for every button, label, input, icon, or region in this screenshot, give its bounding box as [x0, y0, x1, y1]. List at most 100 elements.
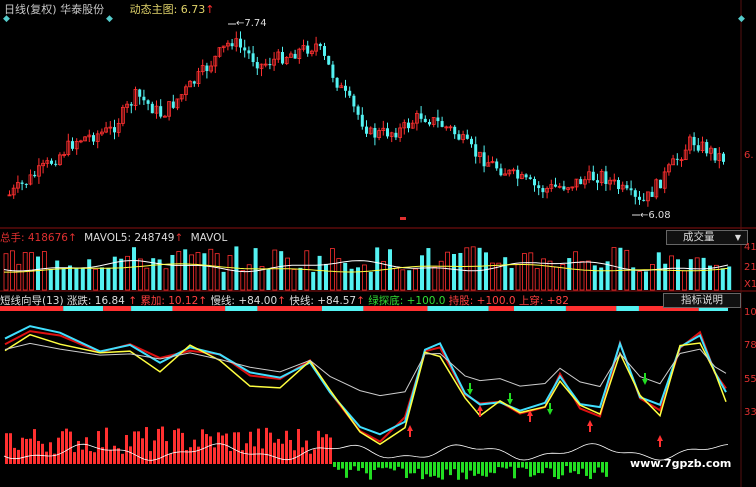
candle-body: [318, 43, 322, 47]
histogram-bar: [29, 438, 32, 464]
candle-body: [386, 128, 389, 137]
volume-bar: [317, 255, 322, 290]
volume-bar: [61, 268, 66, 290]
volume-bar: [579, 261, 585, 291]
histogram-bar: [57, 437, 60, 464]
histogram-bar: [73, 452, 76, 464]
candle-body: [596, 180, 599, 183]
volume-bar: [464, 247, 470, 291]
volume-bar: [393, 267, 399, 291]
volume-bar: [189, 254, 195, 291]
histogram-bar: [309, 453, 312, 464]
histogram-bar: [257, 428, 260, 464]
histogram-line: [3, 443, 729, 461]
histogram-bar: [437, 462, 440, 478]
volume-bar: [720, 268, 725, 290]
histogram-bar: [457, 462, 460, 480]
ind-axis-label: 55: [744, 374, 756, 385]
histogram-bar: [17, 449, 20, 464]
signal-marker: [400, 217, 406, 220]
sell-arrow-icon: [507, 393, 513, 405]
volume-bar: [272, 249, 278, 291]
histogram-bar: [333, 462, 336, 467]
histogram-bar: [413, 462, 416, 474]
volume-bar: [650, 264, 655, 291]
candle-body: [629, 188, 633, 191]
volume-bar: [663, 263, 668, 290]
histogram-bar: [461, 462, 464, 473]
histogram-bar: [393, 462, 396, 471]
histogram-bar: [569, 462, 572, 473]
vol-axis-label: 41: [744, 242, 756, 253]
volume-bar: [682, 270, 687, 291]
candle-body: [344, 85, 347, 91]
histogram-bar: [117, 448, 120, 464]
volume-bar: [119, 258, 124, 290]
candle-body: [465, 134, 469, 139]
volume-bar: [452, 253, 456, 290]
candle-body: [33, 174, 37, 177]
candle-body: [348, 90, 352, 96]
candle-body: [713, 148, 717, 161]
candle-body: [407, 122, 410, 129]
candle-body: [159, 106, 163, 117]
indicator-select[interactable]: 成交量 ▼: [666, 230, 748, 245]
vol-axis-label: 21: [744, 262, 756, 273]
volume-bar: [708, 265, 712, 290]
volume-bar: [426, 248, 431, 290]
volume-bar: [208, 248, 214, 291]
volume-bar: [470, 246, 476, 291]
candle-body: [323, 46, 326, 56]
histogram-bar: [405, 462, 408, 478]
histogram-bar: [97, 431, 100, 464]
histogram-bar: [205, 434, 208, 464]
histogram-bar: [325, 434, 328, 464]
histogram-bar: [61, 431, 64, 464]
volume-bar: [375, 247, 380, 290]
candle-body: [537, 185, 541, 189]
histogram-bar: [293, 450, 296, 464]
histogram-bar: [601, 462, 604, 473]
volume-bar: [669, 255, 674, 291]
volume-bar: [221, 271, 226, 290]
histogram-bar: [45, 451, 48, 464]
histogram-bar: [145, 427, 148, 464]
candle-body: [642, 199, 646, 201]
candle-body: [562, 186, 566, 190]
histogram-bar: [477, 462, 480, 474]
volume-bar: [413, 268, 419, 291]
histogram-bar: [589, 462, 592, 479]
volume-bar: [458, 252, 463, 290]
volume-bar: [55, 260, 60, 290]
chevron-down-icon: ▼: [734, 233, 741, 242]
volume-bar: [74, 267, 79, 290]
fast-line: [4, 325, 727, 436]
candle-body: [268, 64, 272, 66]
histogram-bar: [573, 462, 576, 472]
candle-body: [146, 100, 150, 104]
volume-bar: [694, 257, 700, 291]
histogram-bar: [349, 462, 352, 470]
histogram-bar: [213, 447, 216, 464]
candle-body: [675, 158, 679, 160]
volume-bar: [489, 262, 495, 291]
histogram-bar: [345, 462, 348, 478]
candle-body: [453, 126, 457, 135]
volume-bar: [438, 260, 444, 291]
buy-arrow-icon: [587, 420, 593, 432]
volume-bar: [445, 251, 451, 291]
histogram-bar: [261, 448, 264, 464]
indicator-help-button[interactable]: 指标说明: [663, 293, 741, 308]
volume-bar: [36, 256, 40, 290]
histogram-bar: [465, 462, 468, 480]
volume-bar: [343, 262, 348, 290]
volume-bar: [68, 265, 72, 290]
candle-body: [394, 132, 398, 138]
volume-bar: [106, 267, 111, 290]
histogram-bar: [321, 437, 324, 464]
histogram-bar: [597, 462, 600, 468]
candle-body: [255, 62, 259, 69]
volume-bar: [214, 253, 220, 291]
histogram-bar: [81, 449, 84, 464]
volume-bar: [48, 269, 53, 290]
